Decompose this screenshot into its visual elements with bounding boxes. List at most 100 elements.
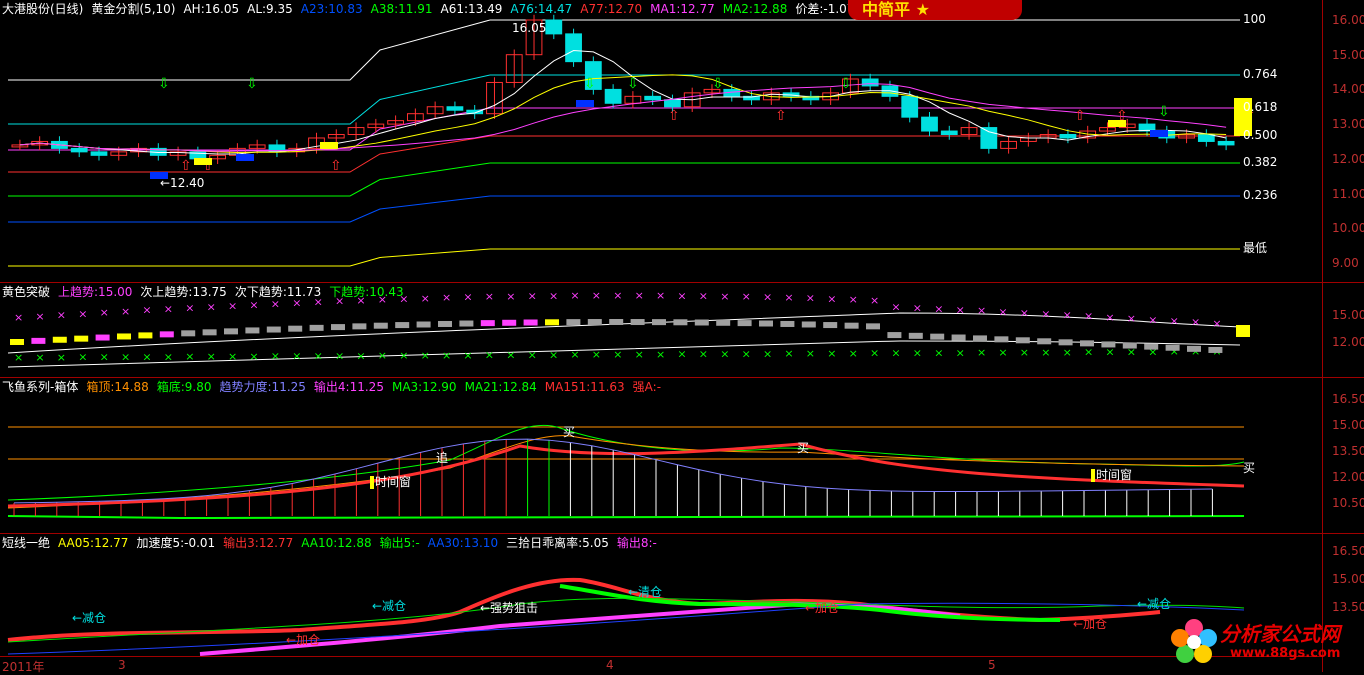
axis-tick-label: 15.00 bbox=[1332, 418, 1364, 432]
candle-body bbox=[644, 95, 662, 101]
upper-marker-icon: × bbox=[57, 309, 66, 322]
breakout-bar bbox=[202, 329, 217, 336]
breakout-bar bbox=[973, 335, 987, 342]
buy-label: 买 bbox=[1243, 461, 1256, 475]
breakout-bar bbox=[266, 326, 281, 333]
time-window-label: 时间窗 bbox=[370, 476, 411, 489]
watermark-title: 分析家公式网 bbox=[1220, 622, 1340, 646]
short-line-pane[interactable]: 短线一绝 AA05:12.77 加速度5:-0.01 输出3:12.77 AA10:12… bbox=[0, 534, 1364, 656]
buy-label: 买 bbox=[797, 441, 810, 455]
main-price-pane[interactable]: ⇩⇩⇩⇩⇩⇩⇩⇧⇧⇧⇧⇧⇧⇧⇧ 大港股份(日线)黄金分割(5,10)AH:16.… bbox=[0, 0, 1364, 282]
breakout-axis: 15.00 12.00 bbox=[1322, 283, 1364, 377]
indicator-value: A38:11.91 bbox=[370, 2, 433, 16]
high-price-label: 16.05 bbox=[512, 21, 547, 35]
candle-body bbox=[861, 78, 879, 87]
candle-body bbox=[1197, 134, 1215, 142]
axis-tick-label: 14.00 bbox=[1332, 82, 1364, 97]
buy-arrow-icon: ⇩ bbox=[1158, 104, 1170, 120]
lower-marker-icon: × bbox=[742, 347, 751, 360]
month-label: 3 bbox=[118, 658, 126, 672]
breakout-bar bbox=[1236, 325, 1250, 337]
indicator-value: 输出3:12.77 bbox=[223, 536, 294, 550]
upper-marker-icon: × bbox=[934, 302, 943, 315]
upper-marker-icon: × bbox=[506, 290, 515, 303]
breakout-bar bbox=[1080, 340, 1094, 347]
month-label: 4 bbox=[606, 658, 614, 672]
upper-marker-icon: × bbox=[14, 311, 23, 324]
candlestick-chart[interactable]: ⇩⇩⇩⇩⇩⇩⇩⇧⇧⇧⇧⇧⇧⇧⇧ bbox=[0, 0, 1322, 282]
fib-level-label: 0.618 bbox=[1243, 100, 1278, 114]
upper-marker-icon: × bbox=[485, 290, 494, 303]
fib-step-line bbox=[8, 19, 491, 81]
signal-box bbox=[236, 154, 254, 161]
upper-marker-icon: × bbox=[1148, 313, 1157, 326]
candle-body bbox=[1059, 134, 1077, 139]
lower-marker-icon: × bbox=[78, 351, 87, 364]
lower-marker-icon: × bbox=[656, 348, 665, 361]
indicator-value: MA151:11.63 bbox=[544, 380, 625, 394]
sell-arrow-icon: ⇧ bbox=[775, 108, 787, 124]
signal-label: ←减仓 bbox=[72, 611, 107, 625]
breakout-bar bbox=[630, 319, 645, 326]
lower-marker-icon: × bbox=[784, 347, 793, 360]
time-window-label: 时间窗 bbox=[1091, 469, 1132, 482]
short-line-header: 短线一绝 AA05:12.77 加速度5:-0.01 输出3:12.77 AA10:12… bbox=[2, 536, 665, 550]
breakout-bar bbox=[480, 320, 495, 327]
upper-marker-icon: × bbox=[35, 310, 44, 323]
axis-tick-label: 11.00 bbox=[1332, 186, 1364, 201]
breakout-bar bbox=[52, 336, 67, 343]
upper-marker-icon: × bbox=[228, 299, 237, 312]
axis-tick-label: 13.50 bbox=[1332, 444, 1364, 458]
candle-body bbox=[1217, 140, 1235, 146]
indicator-value: 黄金分割(5,10) bbox=[91, 2, 176, 16]
ma3-line bbox=[7, 424, 1245, 501]
upper-marker-icon: × bbox=[998, 305, 1007, 318]
buy-arrow-icon: ⇩ bbox=[246, 76, 258, 92]
indicator-value: A76:14.47 bbox=[510, 2, 573, 16]
indicator-value: 三拾日乖离率:5.05 bbox=[506, 536, 609, 550]
lower-marker-icon: × bbox=[934, 346, 943, 359]
lower-marker-icon: × bbox=[292, 350, 301, 363]
fib-level-label: 0.382 bbox=[1243, 155, 1278, 169]
breakout-bar bbox=[737, 320, 752, 327]
breakout-bar bbox=[288, 325, 303, 332]
breakout-bar bbox=[245, 327, 260, 334]
upper-marker-icon: × bbox=[1063, 309, 1072, 322]
signal-label: ←减仓 bbox=[372, 599, 407, 613]
breakout-bar bbox=[1208, 346, 1223, 353]
candle-body bbox=[940, 130, 958, 136]
fib-step-line bbox=[8, 195, 491, 223]
lower-marker-icon: × bbox=[998, 346, 1007, 359]
breakout-bar bbox=[10, 339, 24, 345]
indicator-value: 飞鱼系列-箱体 bbox=[2, 380, 79, 394]
upper-marker-icon: × bbox=[720, 290, 729, 303]
promo-badge[interactable]: 中简平 ★ bbox=[848, 0, 1022, 20]
upper-marker-icon: × bbox=[1170, 315, 1179, 328]
indicator-value: MA2:12.88 bbox=[722, 2, 788, 16]
upper-marker-icon: × bbox=[121, 305, 130, 318]
breakout-bar bbox=[95, 334, 110, 341]
yellow-breakout-pane[interactable]: × × × × × × × × × × × × × × × × × × × × × × × × × × × × × × × × × × × × × × × ×… bbox=[0, 283, 1364, 377]
indicator-value: MA21:12.84 bbox=[464, 380, 537, 394]
upper-marker-icon: × bbox=[763, 291, 772, 304]
lower-marker-icon: × bbox=[1105, 346, 1114, 359]
sell-arrow-icon: ⇧ bbox=[668, 108, 680, 124]
box-chart[interactable] bbox=[0, 378, 1322, 533]
lower-marker-icon: × bbox=[870, 347, 879, 360]
upper-marker-icon: × bbox=[656, 289, 665, 302]
axis-tick-label: 15.00 bbox=[1332, 572, 1364, 586]
axis-tick-label: 12.00 bbox=[1332, 151, 1364, 166]
date-axis: 2011年 3 4 5 bbox=[0, 656, 1322, 674]
price-axis: 16.00 15.00 14.00 13.00 12.00 11.00 10.00 9.00 bbox=[1322, 0, 1364, 282]
upper-marker-icon: × bbox=[549, 289, 558, 302]
breakout-bar bbox=[801, 321, 816, 328]
lower-marker-icon: × bbox=[421, 349, 430, 362]
box-indicator-pane[interactable]: 飞鱼系列-箱体 箱顶:14.88 箱底:9.80 趋势力度:11.25 输出4:11.2… bbox=[0, 378, 1364, 533]
lower-marker-icon: × bbox=[442, 349, 451, 362]
box-header: 飞鱼系列-箱体 箱顶:14.88 箱底:9.80 趋势力度:11.25 输出4:11.2… bbox=[2, 380, 669, 394]
breakout-bar bbox=[609, 319, 624, 325]
upper-marker-icon: × bbox=[913, 301, 922, 314]
upper-marker-icon: × bbox=[185, 301, 194, 314]
indicator-value: 次下趋势:11.73 bbox=[234, 285, 322, 299]
lower-marker-icon: × bbox=[806, 347, 815, 360]
